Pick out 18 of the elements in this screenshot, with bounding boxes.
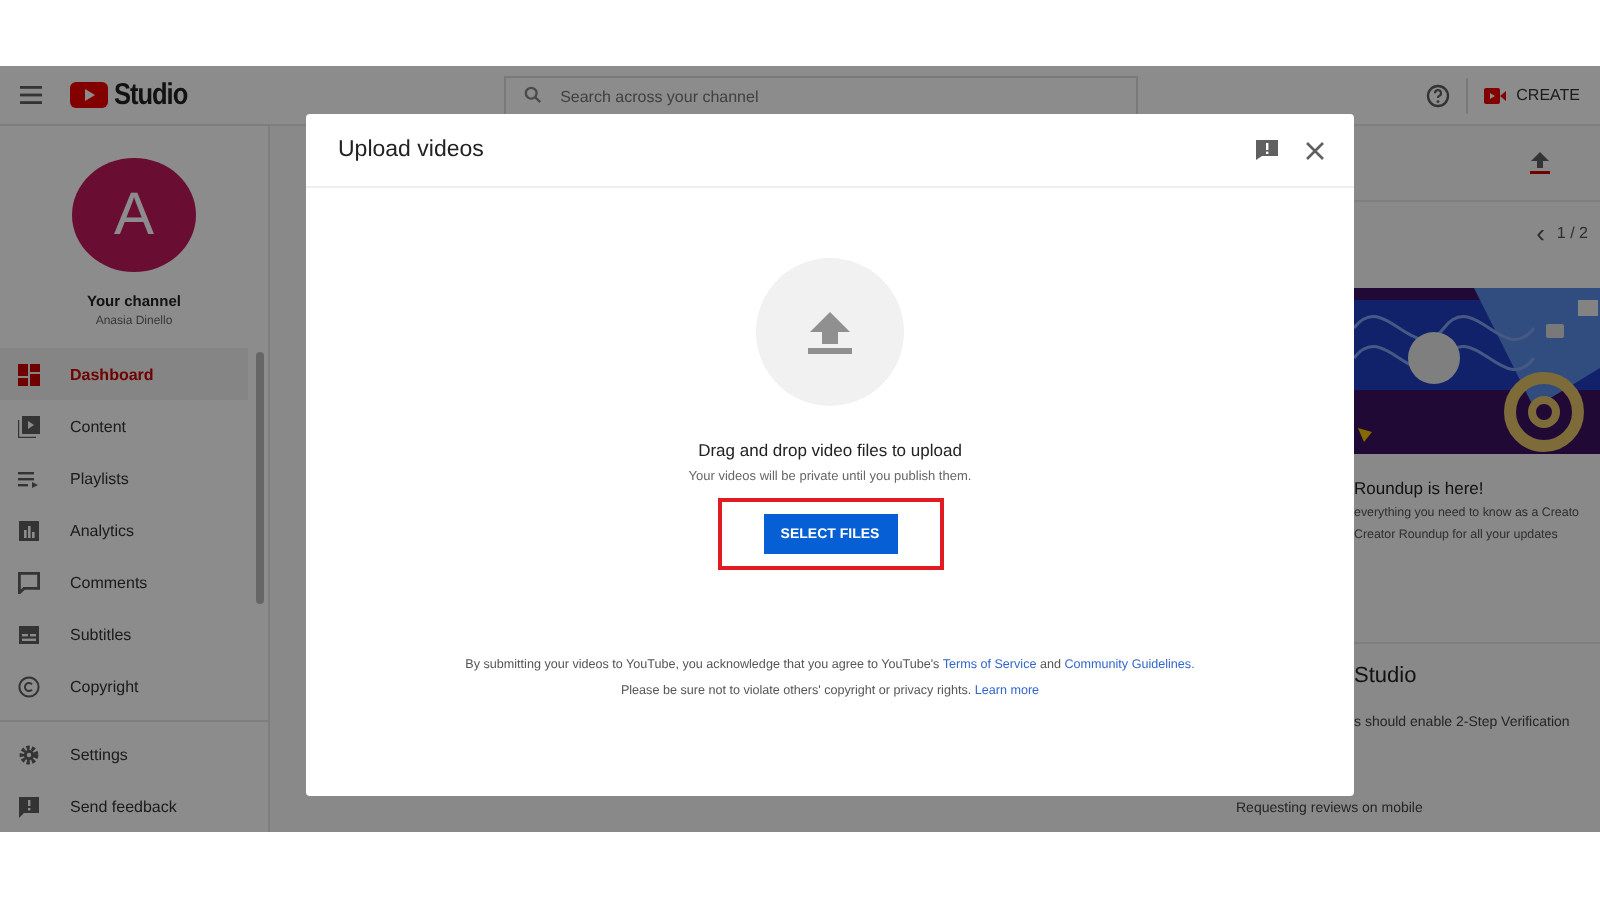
- sidebar-item[interactable]: Playlists: [0, 452, 248, 504]
- sidebar-item[interactable]: Settings: [0, 728, 248, 780]
- channel-avatar[interactable]: A: [72, 158, 196, 272]
- sidebar-item[interactable]: Content: [0, 400, 248, 452]
- news-title: Roundup is here!: [1354, 478, 1486, 498]
- sidebar-item[interactable]: Send feedback: [0, 780, 248, 832]
- search-field[interactable]: Search across your channel: [504, 76, 1139, 116]
- dialog-title: Upload videos: [338, 138, 486, 162]
- sidebar-item[interactable]: Dashboard: [0, 348, 248, 400]
- logo-text: Studio: [114, 78, 188, 112]
- sidebar-item[interactable]: Comments: [0, 556, 248, 608]
- pager-text: 1 / 2: [1556, 223, 1588, 241]
- card-title: Studio: [1354, 664, 1419, 688]
- previous-button[interactable]: ‹: [1536, 217, 1545, 247]
- sidebar-item[interactable]: Copyright: [0, 660, 248, 712]
- sidebar-item[interactable]: Subtitles: [0, 608, 248, 660]
- drop-heading: Drag and drop video files to upload: [698, 440, 962, 460]
- sidebar-item[interactable]: Analytics: [0, 504, 248, 556]
